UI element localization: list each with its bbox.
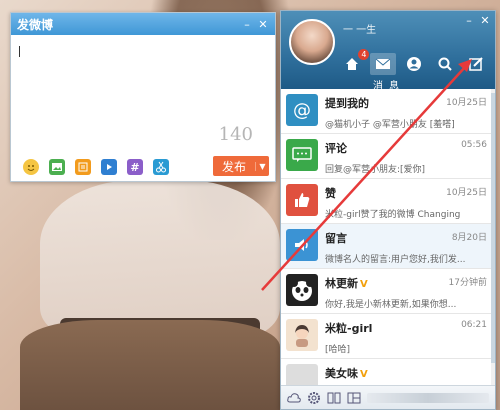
- annotation-arrow: [261, 59, 472, 291]
